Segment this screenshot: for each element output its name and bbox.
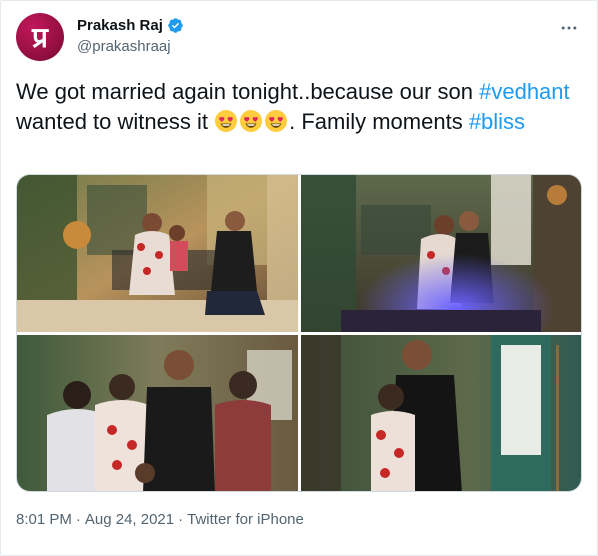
avatar[interactable]: प्र: [16, 13, 64, 61]
tweet-meta: 8:01 PM · Aug 24, 2021 · Twitter for iPh…: [16, 511, 304, 528]
tweet-text: We got married again tonight..because ou…: [16, 77, 586, 137]
author-name-row[interactable]: Prakash Raj: [77, 17, 184, 34]
author-display-name[interactable]: Prakash Raj: [77, 17, 163, 34]
meta-separator: ·: [75, 511, 81, 528]
tweet-time-link[interactable]: 8:01 PM: [16, 511, 72, 528]
photo-couple-on-swing[interactable]: [17, 175, 298, 332]
tweet-text-part2: wanted to witness it: [16, 109, 215, 134]
heart-eyes-emoji-icon: [214, 109, 238, 133]
heart-eyes-emoji-icon: [264, 109, 288, 133]
tweet-text-part1: We got married again tonight..because ou…: [16, 79, 480, 104]
meta-separator: ·: [178, 511, 184, 528]
photo-couple-kiss[interactable]: [301, 175, 581, 332]
photo-family-group[interactable]: [17, 335, 298, 491]
photo-couple-embrace[interactable]: [301, 335, 581, 491]
tweet-text-part3: . Family moments: [289, 109, 469, 134]
hashtag-bliss-link[interactable]: #bliss: [469, 109, 525, 134]
tweet-source-link[interactable]: Twitter for iPhone: [187, 511, 304, 528]
tweet-card: प्र Prakash Raj @prakashraaj We got marr…: [0, 0, 598, 556]
avatar-glyph: प्र: [32, 21, 48, 54]
author-handle[interactable]: @prakashraaj: [77, 38, 171, 55]
heart-eyes-emoji-icon: [239, 109, 263, 133]
more-horizontal-icon[interactable]: [558, 17, 580, 39]
tweet-header: प्र Prakash Raj @prakashraaj: [16, 13, 584, 65]
verified-badge-icon: [167, 17, 184, 34]
hashtag-vedhant-link[interactable]: #vedhant: [479, 79, 570, 104]
media-grid: [16, 174, 582, 492]
tweet-date-link[interactable]: Aug 24, 2021: [85, 511, 174, 528]
